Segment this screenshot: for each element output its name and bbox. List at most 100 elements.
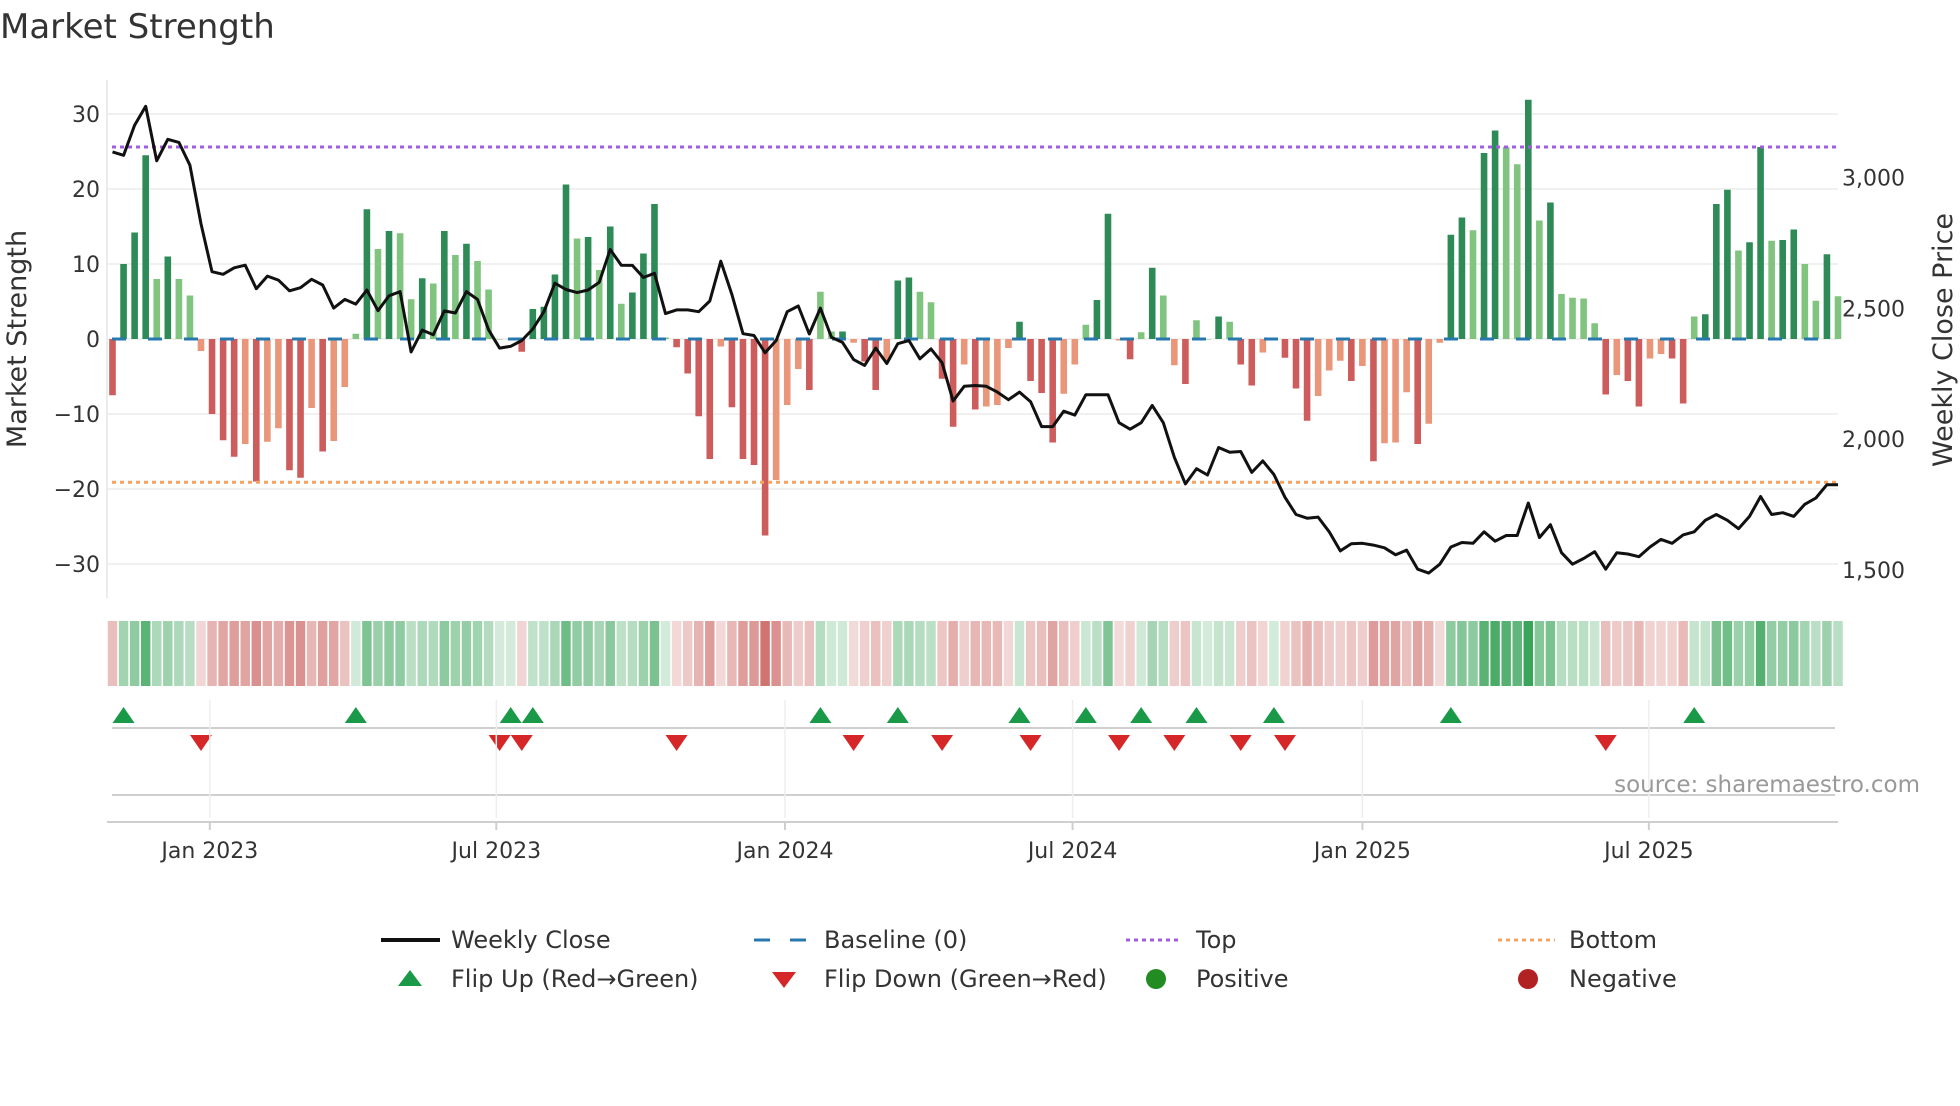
dot-icon [1518,969,1538,989]
negative-bar [1303,339,1311,421]
negative-bar [1624,339,1632,381]
heat-cell [1280,621,1290,686]
heat-cell [1435,621,1445,686]
positive-bar [1569,297,1576,339]
heat-cell [362,621,372,686]
dot-icon [1146,969,1166,989]
positive-bar [352,333,360,339]
heat-cell [1291,621,1301,686]
negative-bar [1182,339,1189,384]
flip-down-marker [931,735,954,751]
negative-bar [1038,339,1045,393]
heat-cell [826,621,837,686]
positive-bar [142,155,149,339]
positive-bar [1701,314,1709,339]
heat-cell [1800,621,1810,686]
legend-label: Weekly Close [451,926,611,954]
heat-cell [1412,621,1423,686]
negative-bar [1348,339,1355,381]
heat-cell [251,621,262,686]
heat-cell [306,621,317,686]
heat-cell [1722,621,1733,686]
legend-label: Baseline (0) [824,926,967,954]
heat-cell [240,621,250,686]
heat-cell [1424,621,1434,686]
heat-cell [174,621,184,686]
negative-bar [275,339,282,429]
heat-cell [1446,621,1456,686]
heat-cell [1612,621,1622,686]
heat-cell [1125,621,1135,686]
y2-tick-label: 1,500 [1842,559,1905,584]
negative-bar [794,339,802,369]
negative-bar [1646,339,1654,359]
heat-cell [649,621,660,686]
heat-cell [904,621,914,686]
heat-cell [1335,621,1345,686]
positive-bar [1735,250,1742,339]
positive-bar [894,280,902,339]
negative-bar [861,339,868,362]
negative-bar [761,339,769,536]
x-tick-label: Jan 2024 [735,839,834,864]
heat-cell [561,621,571,686]
heat-cell [1789,621,1799,686]
heat-cell [749,621,759,686]
negative-bar [1668,339,1676,359]
heat-cell [528,621,538,686]
flip-up-marker [1074,707,1097,723]
negative-bar [286,339,293,471]
flip-up-marker [1683,707,1706,723]
heat-cell [472,621,483,686]
flip-down-marker [665,735,688,751]
heat-cell [461,621,472,686]
heat-cell [1401,621,1412,686]
heat-cell [1556,621,1567,686]
heat-cell [627,621,638,686]
heat-cell [1357,621,1368,686]
positive-bar [927,302,935,339]
heat-cell [1202,621,1213,686]
positive-bar [1137,332,1145,339]
negative-bar [1392,339,1399,443]
negative-bar [1403,339,1410,393]
legend-label: Flip Up (Red→Green) [451,965,699,993]
flip-down-marker [1229,735,1252,751]
heat-cell [948,621,958,686]
negative-bar [1336,339,1344,361]
heat-cell [1346,621,1357,686]
x-tick-label: Jul 2023 [450,839,542,864]
positive-bar [1104,213,1112,339]
heat-cell [1822,621,1832,686]
heat-cell [1700,621,1710,686]
positive-bar [1159,295,1167,339]
heat-cell [384,621,394,686]
heat-cell [273,621,284,686]
negative-bar [1126,339,1134,360]
heat-cell [373,621,383,686]
heat-cell [284,621,295,686]
heat-cell [317,621,328,686]
legend-label: Top [1195,926,1237,954]
negative-bar [1414,339,1421,444]
heat-cell [1180,621,1191,686]
negative-bar [717,339,725,347]
heat-cell [196,621,206,686]
positive-bar [1801,264,1809,339]
flip-up-marker [1130,707,1153,723]
positive-bar [573,238,581,339]
negative-bar [330,339,338,441]
flip-up-marker [499,707,522,723]
negative-bar [109,339,116,396]
heat-cell [959,621,969,686]
heat-cell [1003,621,1014,686]
heat-cell [1036,621,1047,686]
source-label: source: sharemaestro.com [1614,772,1920,798]
heat-cell [1147,621,1157,686]
heat-cell [1081,621,1091,686]
negative-bar [1292,339,1300,389]
heat-cell [572,621,582,686]
y-tick-label: 10 [72,253,100,278]
heat-cell [1645,621,1655,686]
flip-up-marker [1262,707,1285,723]
